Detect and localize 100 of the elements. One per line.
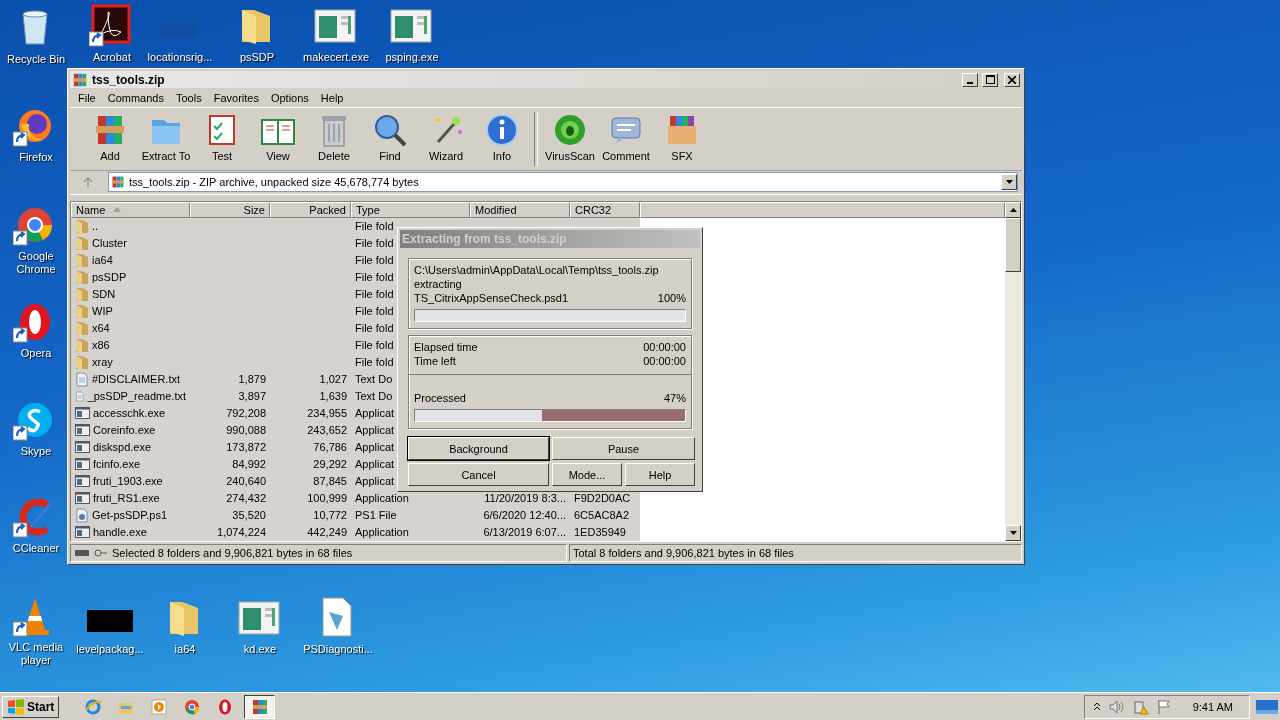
- toolbar-button[interactable]: SFX: [654, 110, 710, 169]
- folder-icon: [75, 287, 89, 302]
- table-cell: 29,292: [313, 458, 347, 471]
- table-cell: Applicat: [355, 424, 395, 437]
- dialog-button[interactable]: Help: [625, 463, 695, 486]
- folder-icon: [75, 270, 89, 285]
- scroll-down-button[interactable]: [1005, 525, 1021, 541]
- menu-item[interactable]: Options: [264, 91, 315, 104]
- archive-app-icon: [72, 71, 88, 88]
- menu-item[interactable]: Help: [314, 91, 350, 104]
- time-value: 00:00:00: [643, 355, 686, 367]
- start-button[interactable]: Start: [2, 695, 60, 718]
- dialog-button[interactable]: Cancel: [408, 463, 549, 486]
- dropdown-button[interactable]: [1001, 174, 1017, 191]
- column-header[interactable]: Type: [351, 202, 470, 218]
- table-cell: 1,639: [319, 390, 347, 403]
- menu-item[interactable]: Commands: [101, 91, 170, 104]
- speaker-icon[interactable]: [1108, 699, 1125, 714]
- show-desktop-icon[interactable]: [1256, 699, 1278, 714]
- flag-icon[interactable]: [1156, 698, 1171, 715]
- toolbar-button[interactable]: Extract To: [138, 110, 194, 169]
- table-cell: Application: [355, 526, 409, 539]
- table-cell: File fold: [355, 356, 394, 369]
- table-cell: 274,432: [226, 492, 266, 505]
- folder-icon: [75, 321, 89, 336]
- table-cell: 173,872: [226, 441, 266, 454]
- dialog-button[interactable]: Pause: [552, 437, 695, 460]
- desktop-icon-label: PSDiagnosti...: [303, 643, 373, 656]
- drive-icon: [74, 548, 108, 558]
- file-row[interactable]: Get-psSDP.ps1 35,520 10,772 PS1 File 6/6/2020 12:40... 6C5AC8A2: [71, 507, 1005, 524]
- column-header[interactable]: CRC32: [570, 202, 640, 218]
- toolbar-button[interactable]: Info: [474, 110, 530, 169]
- current-file: TS_CitrixAppSenseCheck.psd1: [414, 292, 569, 304]
- desktop-icon-label: Firefox: [19, 151, 53, 164]
- program-icon: [75, 491, 90, 506]
- table-cell: File fold: [355, 220, 394, 233]
- program-icon: [75, 525, 90, 540]
- time-label: Elapsed time: [414, 341, 478, 353]
- windows-logo-icon: [7, 698, 25, 715]
- column-header[interactable]: Packed: [270, 202, 351, 218]
- program-icon: [75, 474, 90, 489]
- caret-icon: [1005, 180, 1013, 185]
- column-header[interactable]: Modified: [470, 202, 570, 218]
- table-cell: 1,074,224: [217, 526, 266, 539]
- folder-icon: [75, 355, 89, 370]
- file-row[interactable]: handle.exe 1,074,224 442,249 Application 6/13/2019 6:07... 1ED35949: [71, 524, 1005, 541]
- desktop-icon-label: Google Chrome: [15, 250, 57, 276]
- file-row[interactable]: fruti_RS1.exe 274,432 100,999 Application 11/20/2019 8:3... F9D2D0AC: [71, 490, 1005, 507]
- program-icon: [75, 440, 90, 455]
- table-cell: 1ED35949: [574, 526, 626, 539]
- window-title: tss_tools.zip: [92, 72, 166, 87]
- toolbar-button[interactable]: Delete: [306, 110, 362, 169]
- toolbar-button[interactable]: Find: [362, 110, 418, 169]
- table-cell: File fold: [355, 288, 394, 301]
- minimize-button[interactable]: [962, 72, 978, 87]
- scroll-thumb[interactable]: [1005, 218, 1021, 272]
- table-cell: File fold: [355, 322, 394, 335]
- file-name: fruti_1903.exe: [93, 475, 163, 488]
- menu-item[interactable]: Tools: [170, 91, 208, 104]
- toolbar-button[interactable]: Comment: [598, 110, 654, 169]
- table-cell: File fold: [355, 254, 394, 267]
- toolbar-button[interactable]: Add: [82, 110, 138, 169]
- maximize-button[interactable]: [982, 72, 998, 87]
- file-name: handle.exe: [93, 526, 147, 539]
- taskbar-app-button[interactable]: [244, 694, 276, 719]
- dialog-button[interactable]: Mode...: [552, 463, 622, 486]
- scroll-up-button[interactable]: [1005, 202, 1021, 218]
- table-cell: Applicat: [355, 458, 395, 471]
- clock: 9:41 AM: [1192, 700, 1233, 713]
- toolbar-button[interactable]: Wizard: [418, 110, 474, 169]
- file-name: fcinfo.exe: [93, 458, 141, 471]
- dialog-button[interactable]: Background: [408, 437, 549, 460]
- file-name: ..: [92, 220, 99, 233]
- scrollbar[interactable]: [1005, 202, 1021, 541]
- table-cell: Text Do: [355, 390, 393, 403]
- menu-item[interactable]: Favorites: [207, 91, 265, 104]
- close-button[interactable]: [1004, 72, 1020, 87]
- winrar-app-icon: [250, 697, 269, 716]
- table-cell: 6/13/2019 6:07...: [483, 526, 566, 539]
- column-header[interactable]: Size: [190, 202, 270, 218]
- toolbar-button[interactable]: View: [250, 110, 306, 169]
- status-text: Total 8 folders and 9,906,821 bytes in 68 files: [573, 547, 794, 559]
- menu-item[interactable]: File: [72, 91, 102, 104]
- desktop-icon-label: Recycle Bin: [6, 53, 66, 66]
- file-percent: 100%: [657, 292, 686, 304]
- file-name: diskspd.exe: [93, 441, 152, 454]
- table-cell: 243,652: [307, 424, 347, 437]
- toolbar-button[interactable]: VirusScan: [542, 110, 598, 169]
- desktop-icon-label: locationsrig...: [147, 51, 213, 64]
- network-warning-icon[interactable]: [1132, 698, 1149, 715]
- find-tool-icon: [372, 112, 408, 149]
- show-hidden-icons-icon[interactable]: [1092, 702, 1101, 711]
- up-arrow-icon: [82, 176, 94, 189]
- path-field[interactable]: tss_tools.zip - ZIP archive, unpacked size 45,678,774 bytes: [108, 172, 1018, 193]
- column-header[interactable]: Name: [71, 202, 190, 218]
- file-name: x86: [92, 339, 110, 352]
- toolbar-button[interactable]: Test: [194, 110, 250, 169]
- table-cell: 3,897: [238, 390, 266, 403]
- file-name: WIP: [92, 305, 113, 318]
- table-cell: File fold: [355, 305, 394, 318]
